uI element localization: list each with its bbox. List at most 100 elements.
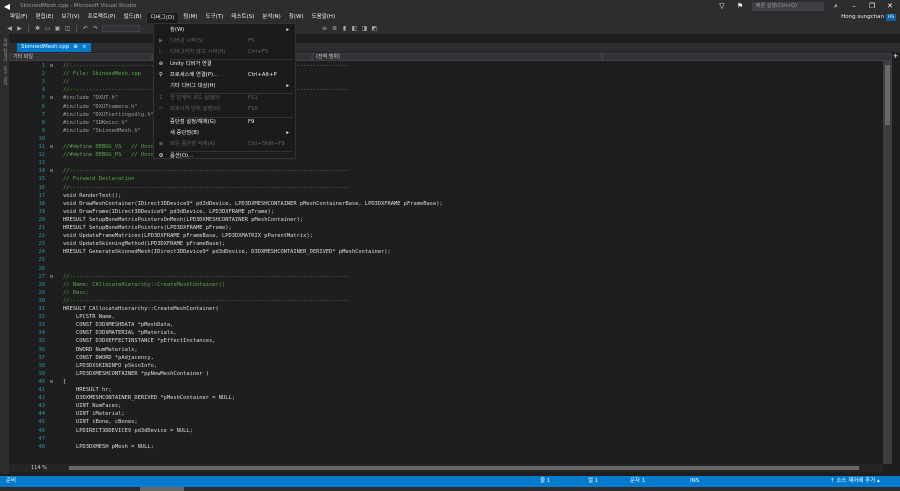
user-name[interactable]: Hong sungchan (841, 12, 884, 23)
code-line[interactable]: 27 ⊟ //-----------------------------------… (9, 273, 883, 281)
code-line[interactable]: 14 ⊟ //-----------------------------------… (9, 167, 883, 175)
code-line[interactable]: 43 UINT NumFaces; (9, 402, 883, 410)
tab-close-icon[interactable]: × (82, 43, 87, 52)
code-line[interactable]: 5 ⊟ #include "DXUT.h" (9, 94, 883, 102)
code-line[interactable]: 28 // Name: CAllocateHierarchy::CreateMes… (9, 281, 883, 289)
horizontal-scroll-thumb[interactable] (69, 466, 859, 470)
code-line[interactable]: 40 ⊟ { (9, 378, 883, 386)
next-bookmark-icon[interactable]: ◨ (361, 25, 368, 32)
debug-menu-item[interactable]: 새 중단점(B) ▸ (154, 129, 295, 139)
code-editor[interactable]: 1 ⊟ //------------------------------------… (9, 61, 883, 464)
code-line[interactable]: 2 // File: SkinnedMesh.cpp (9, 70, 883, 78)
code-line[interactable]: 45 UINT iBone, cBones; (9, 418, 883, 426)
vertical-scrollbar[interactable] (883, 61, 892, 464)
code-line[interactable]: 31 HRESULT CAllocateHierarchy::CreateMesh… (9, 305, 883, 313)
code-line[interactable]: 9 #include "SkinnedMesh.h" (9, 127, 883, 135)
code-line[interactable]: 30 //------------------------------------… (9, 297, 883, 305)
back-icon[interactable]: ◀ (6, 25, 13, 32)
code-line[interactable]: 19 void DrawFrame(IDirect3DDevice9* pd3dD… (9, 208, 883, 216)
code-line[interactable]: 1⊟//------------------------------------… (9, 62, 883, 70)
member-combo[interactable] (602, 52, 892, 61)
menu-item[interactable]: 파일(F) (6, 12, 32, 23)
fold-toggle-icon[interactable]: ⊟ (50, 62, 53, 70)
code-line[interactable]: 38 LPD3DXSKININFO pSkinInfo, (9, 362, 883, 370)
menu-item[interactable]: 팀(M) (179, 12, 201, 23)
code-line[interactable]: 36 DWORD NumMaterials, (9, 346, 883, 354)
fold-toggle-icon[interactable]: ⊟ (50, 94, 53, 102)
code-line[interactable]: 16 //------------------------------------… (9, 184, 883, 192)
code-line[interactable]: 47 (9, 435, 883, 443)
save-icon[interactable]: ▣ (54, 25, 61, 32)
code-line[interactable]: 48 LPD3DXMESH pMesh = NULL; (9, 443, 883, 451)
code-line[interactable]: 15 // Forward Declaration (9, 175, 883, 183)
debug-menu-item[interactable]: ⊚ Unity 디버거 연결 (154, 60, 295, 70)
fold-toggle-icon[interactable]: ⊟ (50, 167, 53, 175)
save-all-icon[interactable]: ◫ (64, 25, 71, 32)
menu-item[interactable]: 테스트(S) (227, 12, 258, 23)
code-line[interactable]: 3 // (9, 78, 883, 86)
debug-menu-item[interactable]: 창(W) ▸ (154, 26, 295, 36)
configuration-combo[interactable] (102, 25, 140, 32)
menu-item[interactable]: 디버그(D) (145, 12, 180, 23)
source-control-button[interactable]: ↑ 소스 제어에 추가 ▴ (830, 476, 880, 487)
debug-menu-item[interactable]: 기타 디버그 대상(H) ▸ (154, 82, 295, 92)
code-line[interactable]: 33 CONST D3DXMESHDATA *pMeshData, (9, 321, 883, 329)
menu-item[interactable]: 빌드(B) (120, 12, 146, 23)
uncomment-icon[interactable]: ≣ (331, 25, 338, 32)
project-combo[interactable]: 기타 파일 (9, 52, 152, 61)
user-avatar[interactable]: HS (886, 14, 896, 21)
code-line[interactable]: 23 void UpdateSkinningMethod(LPD3DXFRAME … (9, 240, 883, 248)
pin-icon[interactable]: ⊕ (73, 43, 78, 52)
fold-toggle-icon[interactable]: ⊟ (50, 143, 53, 151)
fold-toggle-icon[interactable]: ⊟ (50, 378, 53, 386)
code-line[interactable]: 35 CONST D3DXEFFECTINSTANCE *pEffectInst… (9, 337, 883, 345)
code-line[interactable]: 22 void UpdateFrameMatrices(LPD3DXFRAME p… (9, 232, 883, 240)
toolbox-tab[interactable]: 도구 상자 (2, 66, 8, 85)
comment-icon[interactable]: ≡ (321, 25, 328, 32)
code-line[interactable]: 24 HRESULT GenerateSkinnedMesh(IDirect3DD… (9, 248, 883, 256)
fold-toggle-icon[interactable]: ⊟ (50, 273, 53, 281)
code-line[interactable]: 21 HRESULT SetupBoneMatrixPointers(LPD3DX… (9, 224, 883, 232)
redo-icon[interactable]: ↷ (92, 25, 99, 32)
zoom-level-combo[interactable]: 114 % (9, 465, 47, 471)
code-line[interactable]: 6 #include "DXUTcamera.h" (9, 103, 883, 111)
forward-icon[interactable]: ▶ (16, 25, 23, 32)
vertical-scroll-thumb[interactable] (885, 65, 890, 125)
code-line[interactable]: 13 (9, 159, 883, 167)
search-icon[interactable]: ⌕ (830, 2, 842, 11)
menu-item[interactable]: 도구(T) (202, 12, 228, 23)
debug-menu-item[interactable]: 중단점 설정/해제(G) F9 (154, 118, 295, 128)
notification-flag-icon[interactable]: ⚑ (734, 2, 746, 10)
menu-item[interactable]: 창(W) (285, 12, 308, 23)
code-line[interactable]: 8 #include "SDKmisc.h" (9, 119, 883, 127)
minimize-button[interactable]: – (848, 2, 860, 10)
filter-icon[interactable]: ▽ (716, 2, 728, 10)
open-file-icon[interactable]: ▭ (44, 25, 51, 32)
code-line[interactable]: 39 LPD3DXMESHCONTAINER *ppNewMeshContain… (9, 370, 883, 378)
prev-bookmark-icon[interactable]: ◧ (351, 25, 358, 32)
menu-item[interactable]: 분석(N) (258, 12, 285, 23)
scope-combo[interactable]: (전역 범위) (312, 52, 602, 61)
new-project-icon[interactable]: ✱ (34, 25, 41, 32)
debug-menu-item[interactable]: ⚲ 프로세스에 연결(P)... Ctrl+Alt+P (154, 71, 295, 81)
code-line[interactable]: 4//-------------------------------------… (9, 86, 883, 94)
code-line[interactable]: 41 HRESULT hr; (9, 386, 883, 394)
bookmark-icon[interactable]: ▮ (341, 25, 348, 32)
split-window-icon[interactable]: + (892, 52, 899, 61)
quick-launch-input[interactable]: 빠른 실행(Ctrl+Q) (752, 1, 824, 11)
code-line[interactable]: 7 #include "DXUTsettingsdlg.h" (9, 111, 883, 119)
code-line[interactable]: 37 CONST DWORD *pAdjacency, (9, 354, 883, 362)
code-line[interactable]: 18 void DrawMeshContainer(IDirect3DDevice… (9, 200, 883, 208)
code-line[interactable]: 26 (9, 265, 883, 273)
code-line[interactable]: 17 void RenderText(); (9, 192, 883, 200)
undo-icon[interactable]: ↶ (82, 25, 89, 32)
code-line[interactable]: 32 LPCSTR Name, (9, 313, 883, 321)
debug-menu-item[interactable]: ⚙ 옵션(O)... (154, 152, 295, 162)
close-button[interactable]: ✕ (884, 2, 896, 10)
code-line[interactable]: 46 LPDIRECT3DDEVICE9 pd3dDevice = NULL; (9, 427, 883, 435)
tab-skinnedmesh-cpp[interactable]: SkinnedMesh.cpp ⊕ × (17, 43, 91, 52)
code-line[interactable]: 29 // Desc: (9, 289, 883, 297)
menu-item[interactable]: 보기(V) (57, 12, 83, 23)
server-explorer-tab[interactable]: 서버 탐색기 (2, 38, 8, 62)
menu-item[interactable]: 프로젝트(P) (84, 12, 120, 23)
